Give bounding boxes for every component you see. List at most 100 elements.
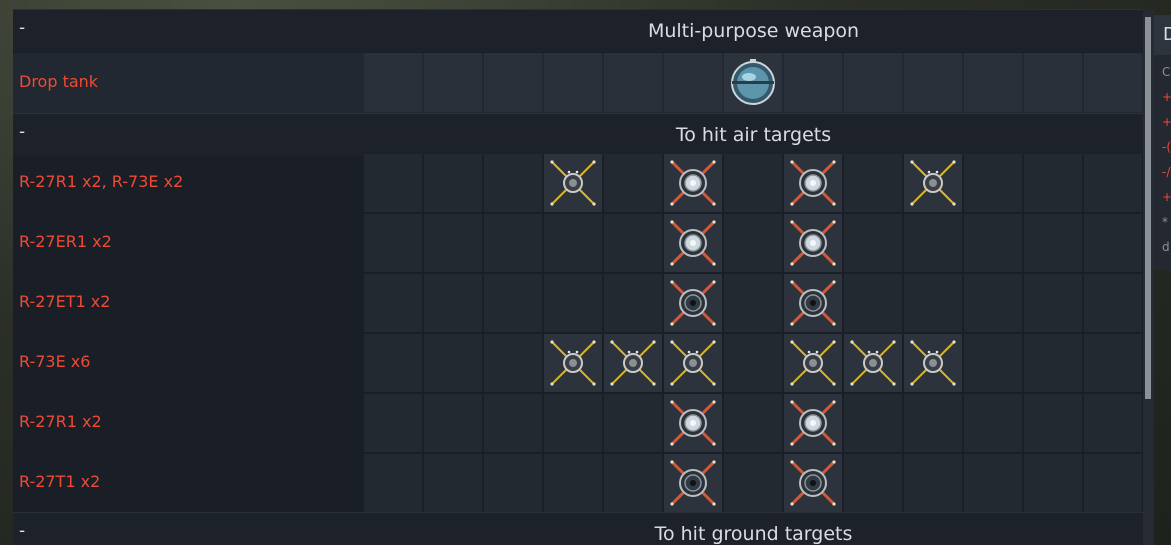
pylon-slot[interactable] — [1084, 454, 1142, 512]
pylon-slot[interactable] — [484, 53, 542, 112]
pylon-slot[interactable] — [364, 454, 422, 512]
pylon-slot[interactable] — [424, 274, 482, 332]
pylon-slot[interactable] — [604, 394, 662, 452]
pylon-slot[interactable] — [904, 334, 962, 392]
pylon-slot[interactable] — [1084, 394, 1142, 452]
pylon-slot[interactable] — [784, 154, 842, 212]
pylon-slot[interactable] — [484, 454, 542, 512]
weapon-row[interactable]: R-27ER1 x2 — [13, 213, 1143, 273]
pylon-slot[interactable] — [724, 394, 782, 452]
pylon-slot[interactable] — [604, 214, 662, 272]
pylon-slot[interactable] — [784, 274, 842, 332]
pylon-slot[interactable] — [1084, 274, 1142, 332]
pylon-slot[interactable] — [1024, 53, 1082, 112]
pylon-slot[interactable] — [1084, 53, 1142, 112]
pylon-slot[interactable] — [724, 274, 782, 332]
pylon-slot[interactable] — [424, 334, 482, 392]
pylon-slot[interactable] — [904, 154, 962, 212]
section-header-ground-targets[interactable]: - To hit ground targets — [13, 512, 1143, 545]
pylon-slot[interactable] — [544, 394, 602, 452]
pylon-slot[interactable] — [724, 334, 782, 392]
pylon-slot[interactable] — [484, 274, 542, 332]
scrollbar-thumb[interactable] — [1145, 17, 1151, 399]
pylon-slot[interactable] — [1024, 454, 1082, 512]
pylon-slot[interactable] — [424, 454, 482, 512]
pylon-slot[interactable] — [1024, 334, 1082, 392]
pylon-slot[interactable] — [544, 454, 602, 512]
pylon-slot[interactable] — [1084, 214, 1142, 272]
pylon-slot[interactable] — [544, 334, 602, 392]
pylon-slot[interactable] — [1024, 214, 1082, 272]
pylon-slot[interactable] — [844, 214, 902, 272]
pylon-slot[interactable] — [364, 394, 422, 452]
pylon-slot[interactable] — [964, 334, 1022, 392]
collapse-toggle[interactable]: - — [19, 521, 25, 541]
weapon-row[interactable]: R-27R1 x2 — [13, 393, 1143, 453]
weapon-row[interactable]: R-27T1 x2 — [13, 453, 1143, 513]
pylon-slot[interactable] — [1084, 154, 1142, 212]
pylon-slot[interactable] — [1024, 394, 1082, 452]
pylon-slot[interactable] — [664, 154, 722, 212]
pylon-slot[interactable] — [904, 394, 962, 452]
pylon-slot[interactable] — [724, 154, 782, 212]
pylon-slot[interactable] — [964, 53, 1022, 112]
pylon-slot[interactable] — [604, 53, 662, 112]
pylon-slot[interactable] — [364, 334, 422, 392]
pylon-slot[interactable] — [1024, 154, 1082, 212]
pylon-slot[interactable] — [664, 334, 722, 392]
weapon-row[interactable]: R-73E x6 — [13, 333, 1143, 393]
pylon-slot[interactable] — [844, 154, 902, 212]
pylon-slot[interactable] — [724, 53, 782, 112]
pylon-slot[interactable] — [844, 274, 902, 332]
pylon-slot[interactable] — [664, 214, 722, 272]
pylon-slot[interactable] — [904, 454, 962, 512]
pylon-slot[interactable] — [664, 53, 722, 112]
collapse-toggle[interactable]: - — [19, 18, 25, 38]
pylon-slot[interactable] — [604, 334, 662, 392]
pylon-slot[interactable] — [904, 214, 962, 272]
pylon-slot[interactable] — [424, 53, 482, 112]
pylon-slot[interactable] — [484, 394, 542, 452]
pylon-slot[interactable] — [364, 53, 422, 112]
pylon-slot[interactable] — [484, 214, 542, 272]
pylon-slot[interactable] — [364, 154, 422, 212]
pylon-slot[interactable] — [484, 334, 542, 392]
pylon-slot[interactable] — [784, 214, 842, 272]
section-header-air-targets[interactable]: - To hit air targets — [13, 113, 1143, 156]
pylon-slot[interactable] — [484, 154, 542, 212]
pylon-slot[interactable] — [724, 454, 782, 512]
pylon-slot[interactable] — [964, 394, 1022, 452]
pylon-slot[interactable] — [964, 454, 1022, 512]
pylon-slot[interactable] — [904, 53, 962, 112]
pylon-slot[interactable] — [1084, 334, 1142, 392]
pylon-slot[interactable] — [604, 154, 662, 212]
pylon-slot[interactable] — [784, 334, 842, 392]
pylon-slot[interactable] — [844, 454, 902, 512]
pylon-slot[interactable] — [904, 274, 962, 332]
pylon-slot[interactable] — [424, 394, 482, 452]
pylon-slot[interactable] — [964, 274, 1022, 332]
section-header-multi-purpose[interactable]: - Multi-purpose weapon — [13, 9, 1143, 52]
pylon-slot[interactable] — [784, 394, 842, 452]
pylon-slot[interactable] — [364, 214, 422, 272]
pylon-slot[interactable] — [964, 214, 1022, 272]
pylon-slot[interactable] — [544, 154, 602, 212]
pylon-slot[interactable] — [664, 454, 722, 512]
pylon-slot[interactable] — [724, 214, 782, 272]
pylon-slot[interactable] — [424, 214, 482, 272]
pylon-slot[interactable] — [604, 274, 662, 332]
pylon-slot[interactable] — [364, 274, 422, 332]
weapon-row[interactable]: R-27R1 x2, R-73E x2 — [13, 153, 1143, 213]
pylon-slot[interactable] — [604, 454, 662, 512]
pylon-slot[interactable] — [424, 154, 482, 212]
pylon-slot[interactable] — [844, 394, 902, 452]
pylon-slot[interactable] — [664, 274, 722, 332]
pylon-slot[interactable] — [1024, 274, 1082, 332]
scrollbar[interactable] — [1143, 9, 1154, 545]
pylon-slot[interactable] — [844, 53, 902, 112]
pylon-slot[interactable] — [784, 454, 842, 512]
collapse-toggle[interactable]: - — [19, 122, 25, 142]
pylon-slot[interactable] — [544, 274, 602, 332]
pylon-slot[interactable] — [964, 154, 1022, 212]
pylon-slot[interactable] — [544, 53, 602, 112]
